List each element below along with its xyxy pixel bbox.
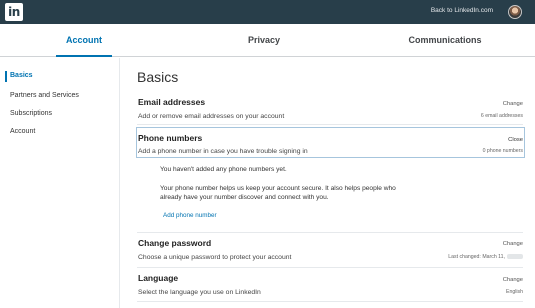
sidebar-item-account[interactable]: Account — [10, 128, 35, 135]
divider — [137, 124, 523, 125]
password-last-changed: Last changed: March 11, — [448, 254, 523, 260]
active-item-marker — [5, 71, 7, 82]
language-change-button[interactable]: Change — [503, 277, 523, 283]
password-change-button[interactable]: Change — [503, 241, 523, 247]
divider — [137, 232, 523, 233]
add-phone-number-link[interactable]: Add phone number — [163, 212, 217, 219]
back-to-linkedin-link[interactable]: Back to LinkedIn.com — [431, 7, 493, 14]
active-tab-indicator — [56, 55, 112, 57]
page-title: Basics — [137, 69, 179, 85]
language-section-description: Select the language you use on LinkedIn — [138, 289, 261, 296]
phone-empty-message: You haven't added any phone numbers yet. — [160, 166, 287, 173]
email-change-button[interactable]: Change — [503, 101, 523, 107]
password-section-title[interactable]: Change password — [138, 238, 211, 248]
phone-close-button[interactable]: Close — [508, 137, 523, 143]
password-section-description: Choose a unique password to protect your… — [138, 254, 292, 261]
sidebar-item-basics[interactable]: Basics — [10, 72, 33, 79]
settings-tabs: Account Privacy Communications — [0, 24, 535, 57]
avatar[interactable] — [508, 5, 522, 19]
linkedin-logo-icon[interactable]: in — [5, 3, 23, 21]
email-section-title[interactable]: Email addresses — [138, 97, 205, 107]
phone-section-title[interactable]: Phone numbers — [138, 133, 202, 143]
sidebar-item-partners-and-services[interactable]: Partners and Services — [10, 92, 79, 99]
redacted-year — [507, 254, 523, 260]
language-section-title[interactable]: Language — [138, 273, 178, 283]
tab-account[interactable]: Account — [55, 35, 113, 45]
password-last-changed-text: Last changed: March 11, — [448, 254, 505, 260]
divider — [137, 267, 523, 268]
top-bar: in Back to LinkedIn.com — [0, 0, 535, 24]
tab-communications[interactable]: Communications — [395, 35, 495, 45]
phone-help-text-line2: already have your number discover and co… — [160, 194, 329, 201]
phone-count: 0 phone numbers — [482, 148, 523, 154]
phone-section-description: Add a phone number in case you have trou… — [138, 148, 308, 155]
email-count: 6 email addresses — [480, 113, 523, 119]
tab-privacy[interactable]: Privacy — [233, 35, 295, 45]
email-section-description: Add or remove email addresses on your ac… — [138, 113, 285, 120]
sidebar-item-subscriptions[interactable]: Subscriptions — [10, 110, 52, 117]
divider — [137, 301, 523, 302]
current-language: English — [505, 289, 523, 295]
